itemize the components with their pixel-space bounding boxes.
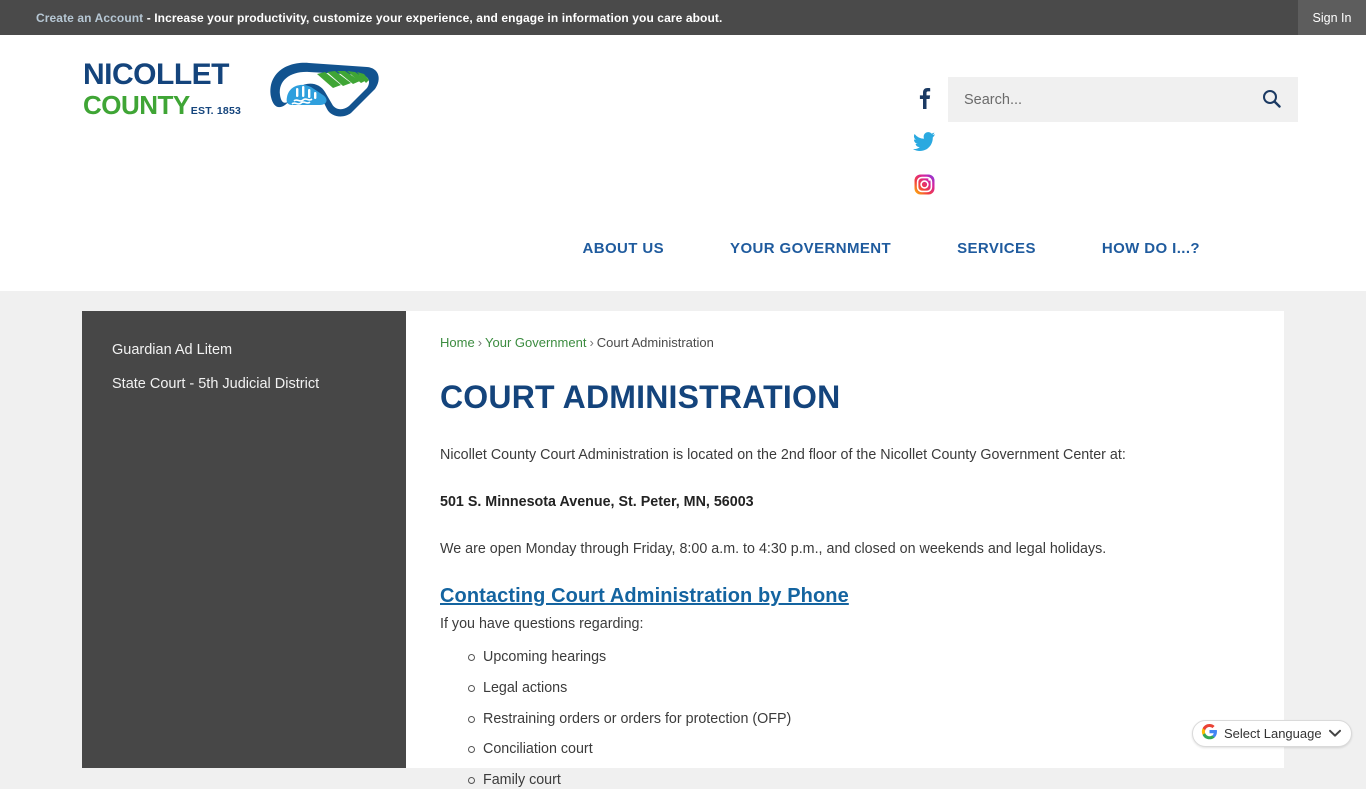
breadcrumb-separator-2: › [589, 335, 594, 350]
breadcrumb-current: Court Administration [596, 335, 714, 350]
nav-item-about-us[interactable]: ABOUT US [583, 220, 665, 277]
social-links [911, 85, 937, 214]
breadcrumb-your-government[interactable]: Your Government [485, 335, 586, 350]
logo-wordmark: NICOLLET COUNTY EST. 1853 [83, 58, 255, 120]
section-sidebar: Guardian Ad Litem State Court - 5th Judi… [82, 311, 406, 768]
logo-line-nicollet: NICOLLET [83, 58, 230, 91]
search-icon [1262, 89, 1281, 111]
account-promo-message: - Increase your productivity, customize … [143, 10, 723, 25]
address-paragraph: 501 S. Minnesota Avenue, St. Peter, MN, … [440, 493, 754, 510]
intro-paragraph: Nicollet County Court Administration is … [440, 447, 1126, 464]
breadcrumb-separator-1: › [477, 335, 483, 350]
nav-item-your-government[interactable]: YOUR GOVERNMENT [730, 220, 891, 277]
breadcrumb: Home › Your Government › Court Administratio… [440, 335, 1250, 350]
breadcrumb-home[interactable]: Home [440, 335, 475, 350]
sidebar-item-guardian-ad-litem[interactable]: Guardian Ad Litem [82, 333, 406, 367]
nicollet-county-emblem-icon [263, 53, 383, 126]
google-translate-widget[interactable]: Select Language [1192, 720, 1352, 747]
facebook-icon[interactable] [911, 85, 937, 111]
contacting-by-phone-link[interactable]: Contacting Court Administration by Phone [440, 585, 1250, 608]
chevron-down-icon[interactable] [1328, 729, 1341, 738]
sidebar-item-state-court[interactable]: State Court - 5th Judicial District [82, 367, 406, 401]
logo-est-year: EST. 1853 [190, 105, 242, 117]
list-item: Legal actions [440, 679, 1250, 698]
top-utility-bar: Create an Account - Increase your produc… [0, 0, 1366, 35]
search-bar [948, 77, 1298, 122]
nav-item-how-do-i[interactable]: HOW DO I...? [1102, 220, 1200, 277]
content-shell: Guardian Ad Litem State Court - 5th Judi… [82, 311, 1284, 788]
instagram-icon[interactable] [911, 171, 937, 197]
search-button[interactable] [1244, 77, 1298, 122]
list-item: Upcoming hearings [440, 648, 1250, 667]
search-input[interactable] [948, 77, 1244, 122]
hours-paragraph: We are open Monday through Friday, 8:00 … [440, 540, 1107, 557]
twitter-icon[interactable] [911, 128, 937, 154]
logo-line-county: COUNTY [83, 90, 190, 120]
create-account-link[interactable]: Create an Account [36, 11, 143, 25]
google-g-icon [1201, 723, 1218, 745]
site-logo[interactable]: NICOLLET COUNTY EST. 1853 [83, 51, 383, 127]
main-content: Home › Your Government › Court Administratio… [406, 311, 1284, 788]
list-item: Family court [440, 771, 1250, 789]
site-header: NICOLLET COUNTY EST. 1853 Search... ABOU… [0, 35, 1366, 314]
nav-item-services[interactable]: SERVICES [957, 220, 1036, 277]
list-item: Restraining orders or orders for protect… [440, 710, 1250, 729]
account-promo-text: Create an Account - Increase your produc… [36, 11, 722, 25]
select-language-label: Select Language [1224, 726, 1322, 741]
page-body: Guardian Ad Litem State Court - 5th Judi… [0, 291, 1366, 788]
sign-in-button[interactable]: Sign In [1298, 0, 1366, 35]
page-title: COURT ADMINISTRATION [440, 379, 841, 415]
list-item: Conciliation court [440, 740, 1250, 759]
questions-lead: If you have questions regarding: [440, 616, 644, 633]
